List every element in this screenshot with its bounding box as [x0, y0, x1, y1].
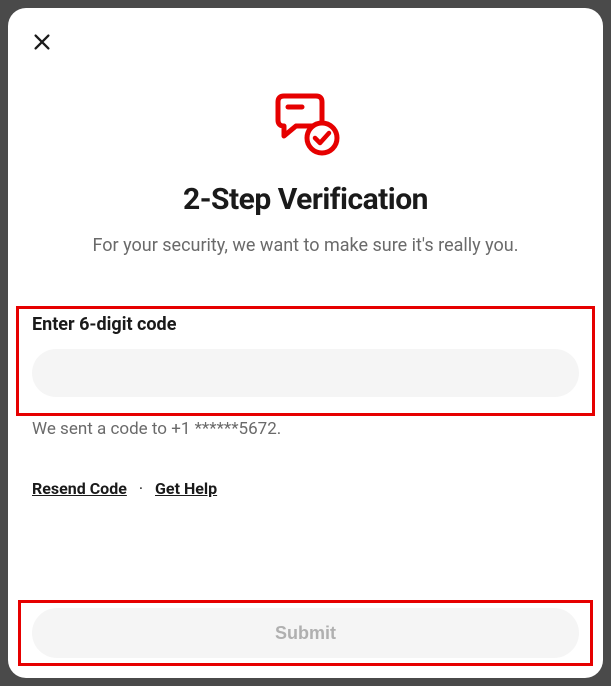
- submit-section: Submit: [32, 608, 579, 658]
- page-title: 2-Step Verification: [32, 182, 579, 217]
- header-section: 2-Step Verification For your security, w…: [32, 88, 579, 256]
- sent-code-text: We sent a code to +1 ******5672.: [32, 419, 579, 439]
- close-button[interactable]: [26, 26, 58, 58]
- verification-icon: [268, 88, 344, 158]
- link-separator: ·: [139, 479, 143, 498]
- resend-code-link[interactable]: Resend Code: [32, 479, 127, 498]
- page-subtitle: For your security, we want to make sure …: [32, 235, 579, 256]
- get-help-link[interactable]: Get Help: [155, 479, 217, 498]
- verification-icon-wrap: [32, 88, 579, 158]
- verification-modal: 2-Step Verification For your security, w…: [8, 8, 603, 678]
- close-icon: [31, 31, 53, 53]
- code-input-section: Enter 6-digit code: [32, 314, 579, 397]
- help-links-row: Resend Code · Get Help: [32, 479, 579, 498]
- submit-button[interactable]: Submit: [32, 608, 579, 658]
- code-input[interactable]: [32, 349, 579, 397]
- code-input-label: Enter 6-digit code: [32, 314, 579, 335]
